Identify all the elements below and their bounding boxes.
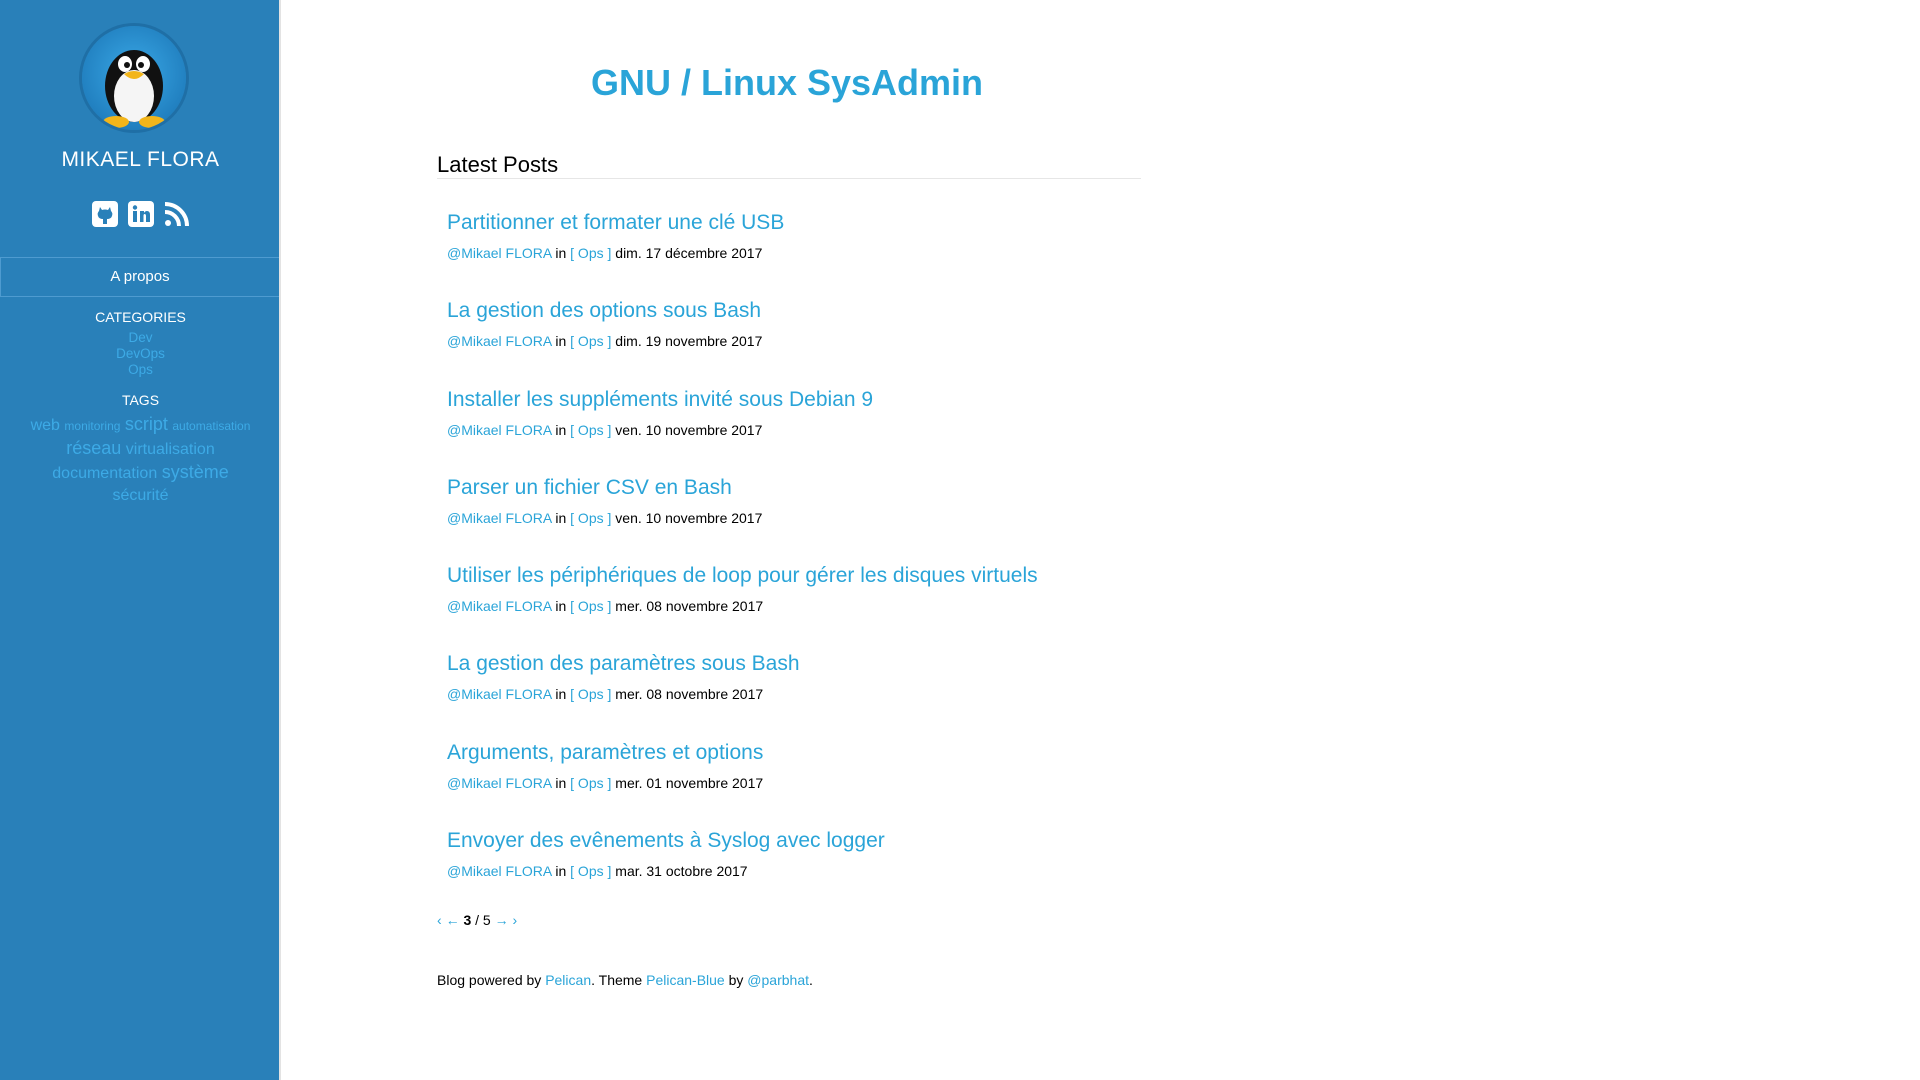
post-date: ven. 10 novembre 2017 [615, 509, 763, 526]
post-meta: @Mikael FLORA in [ Ops ] ven. 10 novembr… [447, 421, 763, 438]
last-page-link[interactable]: › [513, 912, 518, 928]
post-meta: @Mikael FLORA in [ Ops ] ven. 10 novembr… [447, 509, 763, 526]
first-page-link[interactable]: ‹ [437, 912, 442, 928]
theme-link[interactable]: Pelican-Blue [646, 972, 725, 988]
post-category-link[interactable]: [ Ops ] [570, 333, 611, 349]
post-author-link[interactable]: @Mikael FLORA [447, 775, 551, 791]
post-title-link[interactable]: Parser un fichier CSV en Bash [447, 475, 1147, 501]
post-category-link[interactable]: [ Ops ] [570, 863, 611, 879]
tag-link-web[interactable]: web [31, 417, 60, 434]
post-date: mar. 31 octobre 2017 [615, 863, 748, 880]
post-title-link[interactable]: Envoyer des evênements à Syslog avec log… [447, 828, 1147, 854]
tux-avatar-icon[interactable] [82, 26, 186, 130]
post-category-link[interactable]: [ Ops ] [570, 510, 611, 526]
post-title-link[interactable]: Utiliser les périphériques de loop pour … [447, 563, 1147, 589]
post-date: dim. 19 novembre 2017 [615, 333, 763, 350]
post-list: Partitionner et formater une clé USB @Mi… [447, 210, 1147, 916]
categories-title: CATEGORIES [95, 309, 186, 325]
post-title-link[interactable]: Partitionner et formater une clé USB [447, 210, 1147, 236]
sidebar: MIKAEL FLORA A propos CATEGORIES Dev Dev… [0, 0, 281, 1080]
footer: Blog powered by Pelican. Theme Pelican-B… [437, 972, 813, 988]
next-page-link[interactable]: → [495, 912, 509, 928]
pelican-link[interactable]: Pelican [545, 972, 591, 988]
post-date: ven. 10 novembre 2017 [615, 421, 763, 438]
post-title-link[interactable]: Installer les suppléments invité sous De… [447, 387, 1147, 413]
post-meta: @Mikael FLORA in [ Ops ] dim. 17 décembr… [447, 245, 763, 261]
tags-title: TAGS [121, 392, 160, 408]
post-author-link[interactable]: @Mikael FLORA [447, 598, 551, 614]
post-date: mer. 01 novembre 2017 [615, 774, 764, 791]
section-heading: Latest Posts [437, 152, 1141, 179]
post-item: Parser un fichier CSV en Bash @Mikael FL… [447, 475, 1147, 563]
post-title-link[interactable]: La gestion des options sous Bash [447, 298, 1147, 324]
post-category-link[interactable]: [ Ops ] [570, 245, 611, 261]
tag-link-script[interactable]: script [125, 414, 168, 434]
post-author-link[interactable]: @Mikael FLORA [447, 686, 551, 702]
post-category-link[interactable]: [ Ops ] [570, 598, 611, 614]
prev-page-link[interactable]: ← [446, 912, 460, 928]
category-link-dev[interactable]: Dev [0, 330, 281, 346]
tag-link-documentation[interactable]: documentation [52, 465, 157, 482]
post-item: Installer les suppléments invité sous De… [447, 387, 1147, 475]
pagination: ‹ ← 3 / 5 → › [437, 912, 518, 928]
tag-link-securite[interactable]: sécurité [112, 487, 168, 504]
linkedin-icon[interactable] [127, 200, 155, 228]
post-title-link[interactable]: Arguments, paramètres et options [447, 740, 1147, 766]
post-author-link[interactable]: @Mikael FLORA [447, 422, 551, 438]
category-link-devops[interactable]: DevOps [0, 346, 281, 362]
post-date: mer. 08 novembre 2017 [615, 598, 764, 615]
post-item: Utiliser les périphériques de loop pour … [447, 563, 1147, 651]
post-item: Envoyer des evênements à Syslog avec log… [447, 828, 1147, 916]
tag-link-systeme[interactable]: système [162, 462, 229, 482]
author-name[interactable]: MIKAEL FLORA [0, 148, 281, 172]
theme-author-link[interactable]: @parbhat [747, 972, 809, 988]
post-item: Arguments, paramètres et options @Mikael… [447, 740, 1147, 828]
tag-link-monitoring[interactable]: monitoring [64, 419, 120, 433]
section-title: Latest Posts [437, 152, 565, 177]
tag-cloud: web monitoring script automatisation rés… [28, 413, 253, 507]
post-item: La gestion des paramètres sous Bash @Mik… [447, 651, 1147, 739]
category-link-ops[interactable]: Ops [0, 362, 281, 378]
categories-list: Dev DevOps Ops [0, 330, 281, 378]
tag-link-virtualisation[interactable]: virtualisation [126, 441, 215, 458]
tag-link-reseau[interactable]: réseau [66, 438, 121, 458]
post-date: dim. 17 décembre 2017 [615, 245, 763, 261]
post-meta: @Mikael FLORA in [ Ops ] mer. 08 novembr… [447, 686, 764, 703]
current-page: 3 [463, 912, 472, 928]
post-meta: @Mikael FLORA in [ Ops ] mar. 31 octobre… [447, 863, 748, 880]
post-meta: @Mikael FLORA in [ Ops ] mer. 08 novembr… [447, 598, 764, 615]
post-author-link[interactable]: @Mikael FLORA [447, 245, 551, 261]
post-item: La gestion des options sous Bash @Mikael… [447, 298, 1147, 386]
site-title[interactable]: GNU / Linux SysAdmin [437, 62, 1137, 104]
post-meta: @Mikael FLORA in [ Ops ] dim. 19 novembr… [447, 333, 763, 350]
social-links [0, 200, 281, 228]
post-category-link[interactable]: [ Ops ] [570, 686, 611, 702]
total-pages: 5 [482, 912, 491, 928]
post-category-link[interactable]: [ Ops ] [570, 775, 611, 791]
post-date: mer. 08 novembre 2017 [615, 686, 764, 703]
rss-icon[interactable] [163, 200, 191, 228]
post-title-link[interactable]: La gestion des paramètres sous Bash [447, 651, 1147, 677]
about-link[interactable]: A propos [0, 257, 279, 297]
post-author-link[interactable]: @Mikael FLORA [447, 333, 551, 349]
post-author-link[interactable]: @Mikael FLORA [447, 863, 551, 879]
post-meta: @Mikael FLORA in [ Ops ] mer. 01 novembr… [447, 774, 764, 791]
post-category-link[interactable]: [ Ops ] [570, 422, 611, 438]
post-item: Partitionner et formater une clé USB @Mi… [447, 210, 1147, 298]
post-author-link[interactable]: @Mikael FLORA [447, 510, 551, 526]
github-icon[interactable] [91, 200, 119, 228]
tag-link-automatisation[interactable]: automatisation [172, 419, 250, 433]
